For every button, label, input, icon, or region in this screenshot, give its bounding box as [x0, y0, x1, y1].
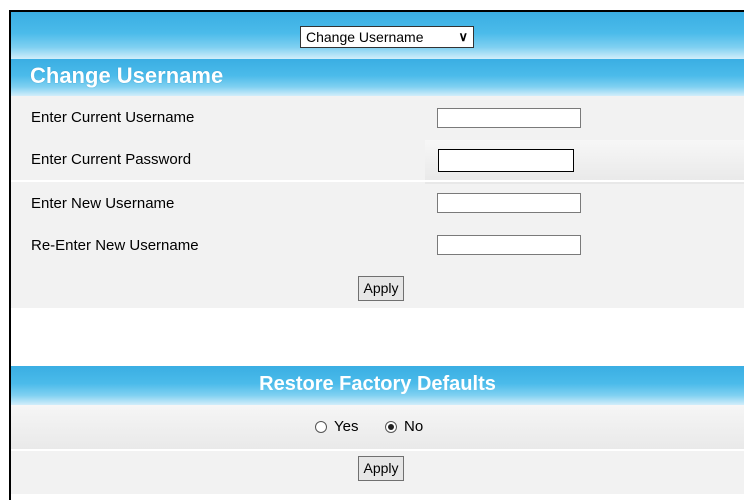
restore-no-label: No [404, 418, 424, 435]
restore-defaults-title: Restore Factory Defaults [259, 373, 496, 395]
reenter-username-input[interactable] [437, 235, 581, 255]
row-divider [11, 180, 744, 182]
change-username-form: Enter Current Username Enter Current Pas… [11, 96, 744, 308]
restore-apply-row: Apply [11, 451, 744, 494]
restore-yes-radio[interactable] [315, 421, 327, 433]
new-username-label: Enter New Username [31, 195, 175, 212]
restore-yes-label: Yes [334, 418, 359, 435]
current-username-input[interactable] [437, 108, 581, 128]
restore-options-row: Yes No [11, 405, 744, 449]
apply-restore-button[interactable]: Apply [358, 456, 404, 481]
apply-username-button[interactable]: Apply [358, 276, 404, 301]
reenter-username-label: Re-Enter New Username [31, 237, 199, 254]
restore-defaults-header: Restore Factory Defaults [11, 366, 744, 405]
current-username-label: Enter Current Username [31, 109, 195, 126]
page-select-dropdown[interactable]: Change Username ∨ [300, 26, 474, 48]
new-username-input[interactable] [437, 193, 581, 213]
restore-no-radio[interactable] [385, 421, 397, 433]
chevron-down-icon: ∨ [458, 29, 468, 44]
change-username-header: Change Username [11, 59, 744, 96]
current-password-label: Enter Current Password [31, 151, 192, 168]
section-title: Change Username [30, 63, 224, 88]
page-select-value: Change Username [306, 29, 424, 45]
page-selector-bar: Change Username ∨ [11, 12, 744, 59]
current-password-input[interactable] [438, 149, 574, 172]
